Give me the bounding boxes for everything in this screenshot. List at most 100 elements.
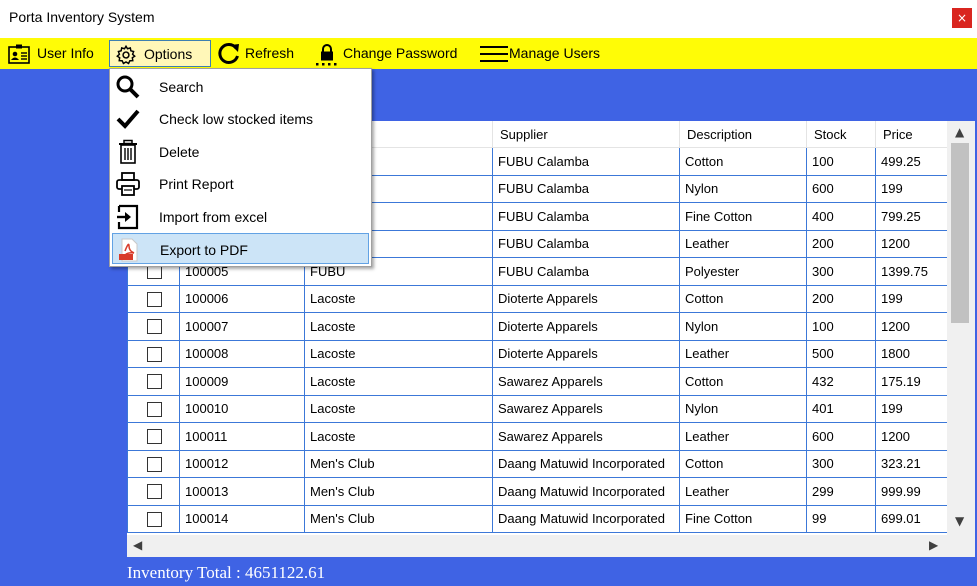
price-cell[interactable]: 1200 [875,422,948,451]
brand-cell[interactable]: Lacoste [304,312,493,341]
table-row[interactable]: 100011 Lacoste Sawarez Apparels Leather 600 1… [127,422,948,451]
price-cell[interactable]: 1800 [875,339,948,368]
price-cell[interactable]: 323.21 [875,449,948,478]
table-row[interactable]: 100012 Men's Club Daang Matuwid Incorporat… [127,449,948,478]
supplier-cell[interactable]: Daang Matuwid Incorporated [492,449,680,478]
description-cell[interactable]: Cotton [679,147,807,176]
brand-cell[interactable]: Men's Club [304,504,493,533]
description-cell[interactable]: Fine Cotton [679,504,807,533]
description-cell[interactable]: Leather [679,422,807,451]
description-cell[interactable]: Fine Cotton [679,202,807,231]
select-cell[interactable] [127,339,180,368]
row-checkbox[interactable] [147,291,162,307]
row-checkbox[interactable] [147,429,162,445]
select-cell[interactable] [127,394,180,423]
row-checkbox[interactable] [147,374,162,390]
stock-cell[interactable]: 500 [806,339,876,368]
options-menu[interactable]: Options [109,40,211,67]
row-checkbox[interactable] [147,319,162,335]
menu-item-delete[interactable]: Delete [112,136,369,167]
select-cell[interactable] [127,504,180,533]
menu-item-print-report[interactable]: Print Report [112,168,369,199]
price-cell[interactable]: 699.01 [875,504,948,533]
table-row[interactable]: 100014 Men's Club Daang Matuwid Incorporat… [127,504,948,533]
brand-cell[interactable]: Lacoste [304,339,493,368]
stock-cell[interactable]: 600 [806,174,876,203]
brand-cell[interactable]: Lacoste [304,422,493,451]
description-cell[interactable]: Leather [679,229,807,258]
price-cell[interactable]: 799.25 [875,202,948,231]
id-cell[interactable]: 100014 [179,504,305,533]
select-cell[interactable] [127,449,180,478]
stock-cell[interactable]: 200 [806,284,876,313]
supplier-cell[interactable]: Sawarez Apparels [492,394,680,423]
select-cell[interactable] [127,477,180,506]
price-cell[interactable]: 199 [875,284,948,313]
select-cell[interactable] [127,312,180,341]
manage-users-menu[interactable]: Manage Users [478,40,608,67]
brand-cell[interactable]: Men's Club [304,449,493,478]
stock-cell[interactable]: 99 [806,504,876,533]
supplier-cell[interactable]: Dioterte Apparels [492,284,680,313]
brand-cell[interactable]: Men's Club [304,477,493,506]
refresh-menu[interactable]: Refresh [214,40,298,67]
stock-cell[interactable]: 300 [806,449,876,478]
change-password-menu[interactable]: Change Password [312,40,464,67]
supplier-cell[interactable]: FUBU Calamba [492,174,680,203]
table-row[interactable]: 100010 Lacoste Sawarez Apparels Nylon 401 199 [127,394,948,423]
menu-item-search[interactable]: Search [112,71,369,102]
stock-cell[interactable]: 100 [806,147,876,176]
row-checkbox[interactable] [147,401,162,417]
scroll-right-icon[interactable]: ▶ [929,538,938,552]
select-cell[interactable] [127,367,180,396]
description-cell[interactable]: Cotton [679,284,807,313]
menu-item-check-low-stock[interactable]: Check low stocked items [112,103,369,134]
table-row[interactable]: 100006 Lacoste Dioterte Apparels Cotton 200 1… [127,284,948,313]
supplier-cell[interactable]: Sawarez Apparels [492,422,680,451]
supplier-cell[interactable]: Daang Matuwid Incorporated [492,504,680,533]
id-cell[interactable]: 100013 [179,477,305,506]
price-cell[interactable]: 175.19 [875,367,948,396]
price-cell[interactable]: 1200 [875,229,948,258]
description-cell[interactable]: Nylon [679,394,807,423]
column-header-description[interactable]: Description [679,121,807,148]
description-cell[interactable]: Polyester [679,257,807,286]
price-cell[interactable]: 999.99 [875,477,948,506]
menu-item-export-pdf[interactable]: Export to PDF [112,233,369,264]
stock-cell[interactable]: 300 [806,257,876,286]
menu-item-import-excel[interactable]: Import from excel [112,201,369,232]
stock-cell[interactable]: 600 [806,422,876,451]
supplier-cell[interactable]: Sawarez Apparels [492,367,680,396]
id-cell[interactable]: 100012 [179,449,305,478]
price-cell[interactable]: 1399.75 [875,257,948,286]
description-cell[interactable]: Leather [679,339,807,368]
stock-cell[interactable]: 100 [806,312,876,341]
stock-cell[interactable]: 401 [806,394,876,423]
column-header-price[interactable]: Price [875,121,948,148]
stock-cell[interactable]: 200 [806,229,876,258]
price-cell[interactable]: 499.25 [875,147,948,176]
supplier-cell[interactable]: FUBU Calamba [492,202,680,231]
scroll-down-icon[interactable]: ▼ [955,514,964,528]
id-cell[interactable]: 100011 [179,422,305,451]
scroll-up-icon[interactable]: ▲ [955,125,964,139]
row-checkbox[interactable] [147,511,162,527]
description-cell[interactable]: Cotton [679,449,807,478]
row-checkbox[interactable] [147,456,162,472]
stock-cell[interactable]: 299 [806,477,876,506]
row-checkbox[interactable] [147,484,162,500]
supplier-cell[interactable]: FUBU Calamba [492,229,680,258]
id-cell[interactable]: 100006 [179,284,305,313]
supplier-cell[interactable]: Dioterte Apparels [492,339,680,368]
supplier-cell[interactable]: Daang Matuwid Incorporated [492,477,680,506]
brand-cell[interactable]: Lacoste [304,367,493,396]
horizontal-scrollbar[interactable]: ◀ ▶ [127,535,947,557]
price-cell[interactable]: 1200 [875,312,948,341]
user-info-menu[interactable]: User Info [6,40,98,67]
table-row[interactable]: 100007 Lacoste Dioterte Apparels Nylon 100 12… [127,312,948,341]
price-cell[interactable]: 199 [875,394,948,423]
description-cell[interactable]: Nylon [679,174,807,203]
table-row[interactable]: 100009 Lacoste Sawarez Apparels Cotton 432 17… [127,367,948,396]
scroll-left-icon[interactable]: ◀ [133,538,142,552]
id-cell[interactable]: 100009 [179,367,305,396]
